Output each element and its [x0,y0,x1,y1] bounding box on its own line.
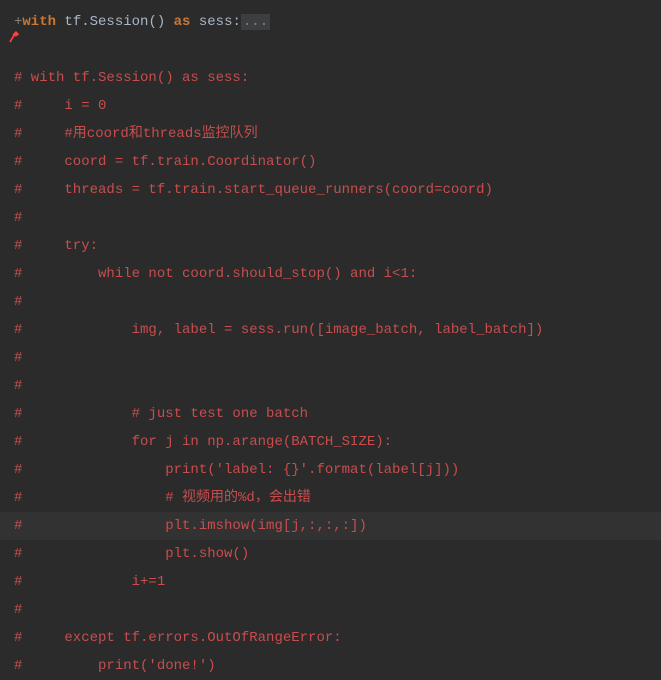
code-editor[interactable]: +with tf.Session() as sess:... # with tf… [0,0,661,680]
comment-text: # #用coord和threads监控队列 [14,126,258,142]
comment-line[interactable]: # coord = tf.train.Coordinator() [0,148,661,176]
code-line-1[interactable]: +with tf.Session() as sess:... [0,8,661,36]
code-colon: : [232,14,240,30]
comment-text: # # just test one batch [14,406,308,422]
comment-line[interactable]: # [0,344,661,372]
comment-line[interactable]: # threads = tf.train.start_queue_runners… [0,176,661,204]
comment-line-current[interactable]: # plt.imshow(img[j,:,:,:]) [0,512,661,540]
code-text: tf.Session [56,14,148,30]
comment-line[interactable]: # img, label = sess.run([image_batch, la… [0,316,661,344]
comment-text: # for j in np.arange(BATCH_SIZE): [14,434,392,450]
comment-text: # plt.imshow(img[j,:,:,:]) [14,518,367,534]
comment-text: # plt.show() [14,546,249,562]
code-space [165,14,173,30]
code-text: sess [190,14,232,30]
comment-text: # coord = tf.train.Coordinator() [14,154,316,170]
comment-text: # img, label = sess.run([image_batch, la… [14,322,543,338]
comment-line[interactable]: # while not coord.should_stop() and i<1: [0,260,661,288]
comment-line[interactable]: # [0,596,661,624]
code-fold-indicator[interactable]: ... [241,14,270,30]
comment-line[interactable]: # # 视频用的%d，会出错 [0,484,661,512]
comment-line[interactable]: # [0,204,661,232]
comment-line[interactable]: # except tf.errors.OutOfRangeError: [0,624,661,652]
comment-line[interactable]: # print('done!') [0,652,661,680]
comment-text: # try: [14,238,98,254]
comment-line[interactable]: # [0,372,661,400]
comment-text: # # 视频用的%d，会出错 [14,490,311,506]
blank-line[interactable] [0,36,661,64]
comment-text: # [14,294,22,310]
keyword-with: with [22,14,56,30]
comment-line[interactable]: # print('label: {}'.format(label[j])) [0,456,661,484]
comment-text: # threads = tf.train.start_queue_runners… [14,182,493,198]
comment-text: # [14,602,22,618]
comment-line[interactable]: # plt.show() [0,540,661,568]
comment-text: # i+=1 [14,574,165,590]
code-parens: () [148,14,165,30]
comment-text: # while not coord.should_stop() and i<1: [14,266,417,282]
keyword-as: as [174,14,191,30]
comment-line[interactable]: # with tf.Session() as sess: [0,64,661,92]
comment-text: # except tf.errors.OutOfRangeError: [14,630,342,646]
comment-line[interactable]: # # just test one batch [0,400,661,428]
comment-line[interactable]: # i = 0 [0,92,661,120]
comment-line[interactable]: # [0,288,661,316]
comment-text: # [14,378,22,394]
comment-line[interactable]: # try: [0,232,661,260]
comment-text: # with tf.Session() as sess: [14,70,249,86]
comment-text: # [14,210,22,226]
comment-text: # i = 0 [14,98,106,114]
comment-line[interactable]: # i+=1 [0,568,661,596]
comment-line[interactable]: # for j in np.arange(BATCH_SIZE): [0,428,661,456]
comment-text: # print('done!') [14,658,216,674]
comment-text: # [14,350,22,366]
comment-line[interactable]: # #用coord和threads监控队列 [0,120,661,148]
comment-text: # print('label: {}'.format(label[j])) [14,462,459,478]
